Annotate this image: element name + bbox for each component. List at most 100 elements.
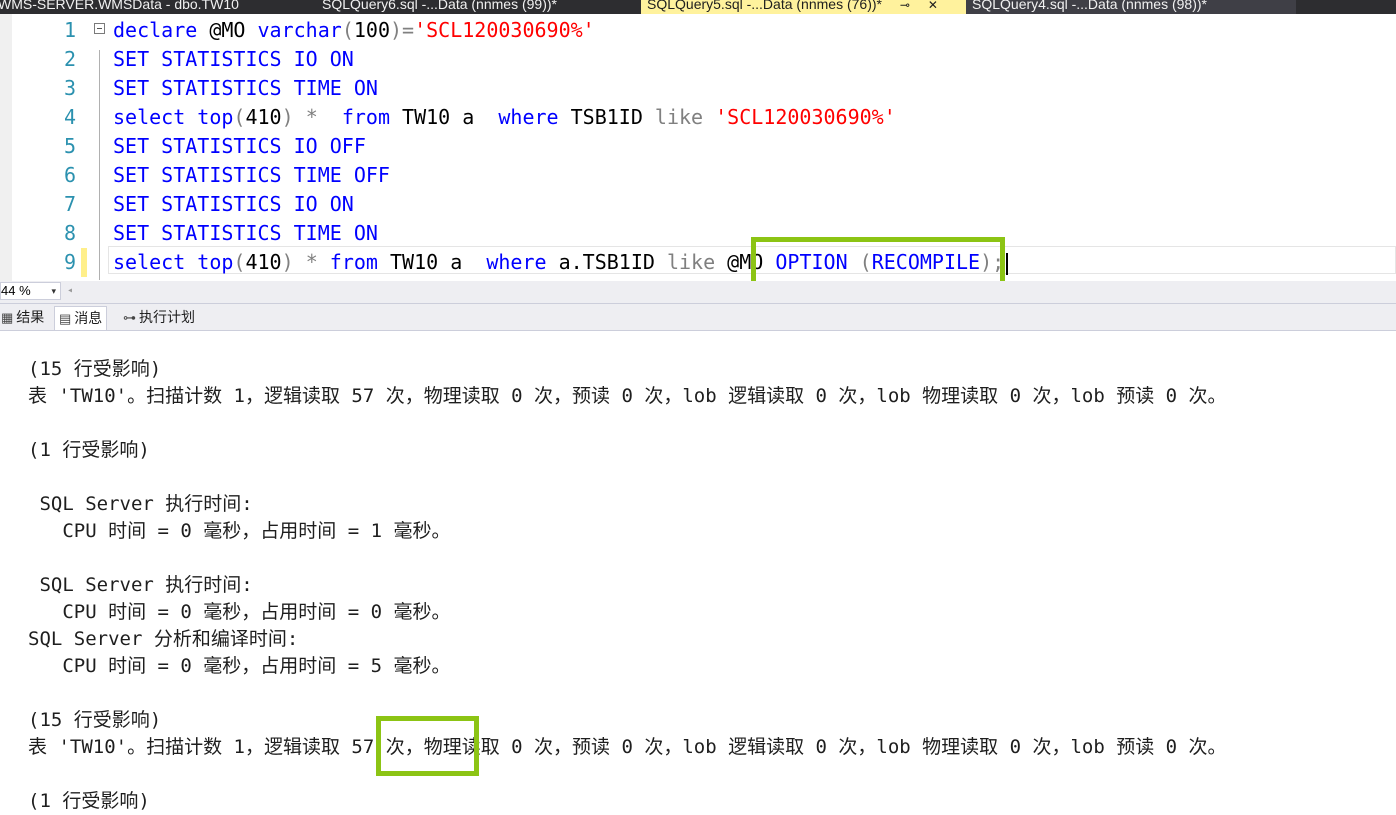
line-number: 7 [63,192,76,216]
line-number: 9 [63,250,76,274]
code-text: SET STATISTICS TIME ON [113,74,378,103]
zoom-select[interactable]: 44 % ▾ [0,282,61,300]
tab-messages[interactable]: ▤ 消息 [54,306,108,330]
tab-results-label: 结果 [16,309,45,325]
code-line[interactable]: 1 declare @MO varchar(100)='SCL120030690%… [0,16,1396,45]
message-line: SQL Server 执行时间: [28,493,253,515]
code-text: SET STATISTICS IO ON [113,45,354,74]
line-number: 1 [63,18,76,42]
code-text: SET STATISTICS TIME OFF [113,161,390,190]
close-icon[interactable]: ✕ [928,0,938,12]
message-line: CPU 时间 = 0 毫秒，占用时间 = 1 毫秒。 [28,520,451,542]
tab-sqlquery5[interactable]: SQLQuery5.sql -...Data (nnmes (76))* ⊸ ✕ [641,0,966,14]
code-token: TSB1ID [558,105,655,129]
code-line[interactable]: 6 SET STATISTICS TIME OFF [0,161,1396,190]
messages-pane[interactable]: (15 行受影响) 表 'TW10'。扫描计数 1，逻辑读取 57 次，物理读取… [0,331,1396,812]
line-number: 6 [63,163,76,187]
results-tab-strip: ▦ 结果 ▤ 消息 ⊶ 执行计划 [0,304,1396,331]
code-text: select top(410) * from TW10 a where TSB1… [113,103,896,132]
code-token: from [329,250,378,274]
code-token: 'SCL120030690%' [715,105,896,129]
code-token: varchar [257,18,342,42]
code-token: TW10 a [377,250,487,274]
grid-icon: ▦ [1,310,14,325]
code-token: select [113,250,186,274]
message-line: CPU 时间 = 0 毫秒，占用时间 = 5 毫秒。 [28,655,451,677]
message-line: CPU 时间 = 0 毫秒，占用时间 = 0 毫秒。 [28,601,451,623]
logical-reads-highlight [376,716,479,776]
zoom-value: 44 % [1,283,31,298]
line-number: 5 [63,134,76,158]
code-token: ( [233,250,246,274]
code-token: ) [281,105,294,129]
code-line[interactable]: 5 SET STATISTICS IO OFF [0,132,1396,161]
code-text: declare @MO varchar(100)='SCL120030690%' [113,16,595,45]
line-number: 2 [63,47,76,71]
code-line[interactable]: 7 SET STATISTICS IO ON [0,190,1396,219]
message-line: (15 行受影响) [28,358,162,380]
code-line[interactable]: 9 select top(410) * from TW10 a where a.T… [0,248,1396,277]
code-line[interactable]: 4 select top(410) * from TW10 a where TSB… [0,103,1396,132]
code-token: 'SCL120030690%' [414,18,595,42]
message-line: SQL Server 分析和编译时间: [28,628,299,650]
code-text: SET STATISTICS IO ON [113,190,354,219]
code-token: like [654,105,704,129]
code-token: 100 [353,18,390,42]
code-token: ( [341,18,354,42]
code-token: SET STATISTICS IO OFF [113,134,366,158]
query-editor[interactable]: 1 declare @MO varchar(100)='SCL120030690%… [0,14,1396,290]
tab-label: SQLQuery5.sql -...Data (nnmes (76))* [647,0,882,12]
code-token: SET STATISTICS TIME ON [113,221,378,245]
message-line: (15 行受影响) [28,709,162,731]
code-line[interactable]: 3 SET STATISTICS TIME ON [0,74,1396,103]
code-token: 410 [245,250,282,274]
code-token: ) [281,250,294,274]
code-token: 410 [245,105,282,129]
line-number: 3 [63,76,76,100]
code-token: declare [113,18,198,42]
tab-label: SQLQuery6.sql -...Data (nnmes (99))* [322,0,557,12]
text-caret [1006,252,1009,275]
code-token: top [197,250,234,274]
tab-execution-plan[interactable]: ⊶ 执行计划 [119,306,199,329]
code-line[interactable]: 2 SET STATISTICS IO ON [0,45,1396,74]
pin-icon[interactable]: ⊸ [900,0,910,12]
code-text: SET STATISTICS TIME ON [113,219,378,248]
scroll-left-icon[interactable]: ◂ [67,285,73,296]
message-line: (1 行受影响) [28,790,150,812]
code-token: a.TSB1ID [546,250,667,274]
tab-label: WMS-SERVER.WMSData - dbo.TW10 [0,0,239,12]
tab-execution-plan-label: 执行计划 [139,309,195,325]
code-token: top [197,105,234,129]
code-token: SET STATISTICS TIME ON [113,76,378,100]
code-token: SET STATISTICS IO ON [113,47,354,71]
line-number: 8 [63,221,76,245]
document-tab-strip: WMS-SERVER.WMSData - dbo.TW10 SQLQuery6.… [0,0,1396,14]
code-token: @MO [197,18,258,42]
code-token: from [341,105,390,129]
execution-plan-icon: ⊶ [123,310,136,325]
tab-label: SQLQuery4.sql -...Data (nnmes (98))* [972,0,1207,12]
code-token: TW10 a [390,105,499,129]
tab-sqlquery4[interactable]: SQLQuery4.sql -...Data (nnmes (98))* [966,0,1296,14]
code-token: where [498,105,559,129]
messages-icon: ▤ [59,311,72,326]
tab-results[interactable]: ▦ 结果 [0,306,48,329]
code-token: * [305,105,318,129]
tab-sqlquery6[interactable]: SQLQuery6.sql -...Data (nnmes (99))* [316,0,563,14]
tab-table-tw10[interactable]: WMS-SERVER.WMSData - dbo.TW10 [0,0,245,14]
chevron-down-icon: ▾ [51,286,56,296]
message-line: (1 行受影响) [28,439,150,461]
message-line: SQL Server 执行时间: [28,574,253,596]
tab-messages-label: 消息 [74,310,103,326]
editor-status-bar: 44 % ▾ ◂ [0,281,1396,304]
code-token: )= [389,18,415,42]
code-text: SET STATISTICS IO OFF [113,132,366,161]
code-line[interactable]: 8 SET STATISTICS TIME ON [0,219,1396,248]
